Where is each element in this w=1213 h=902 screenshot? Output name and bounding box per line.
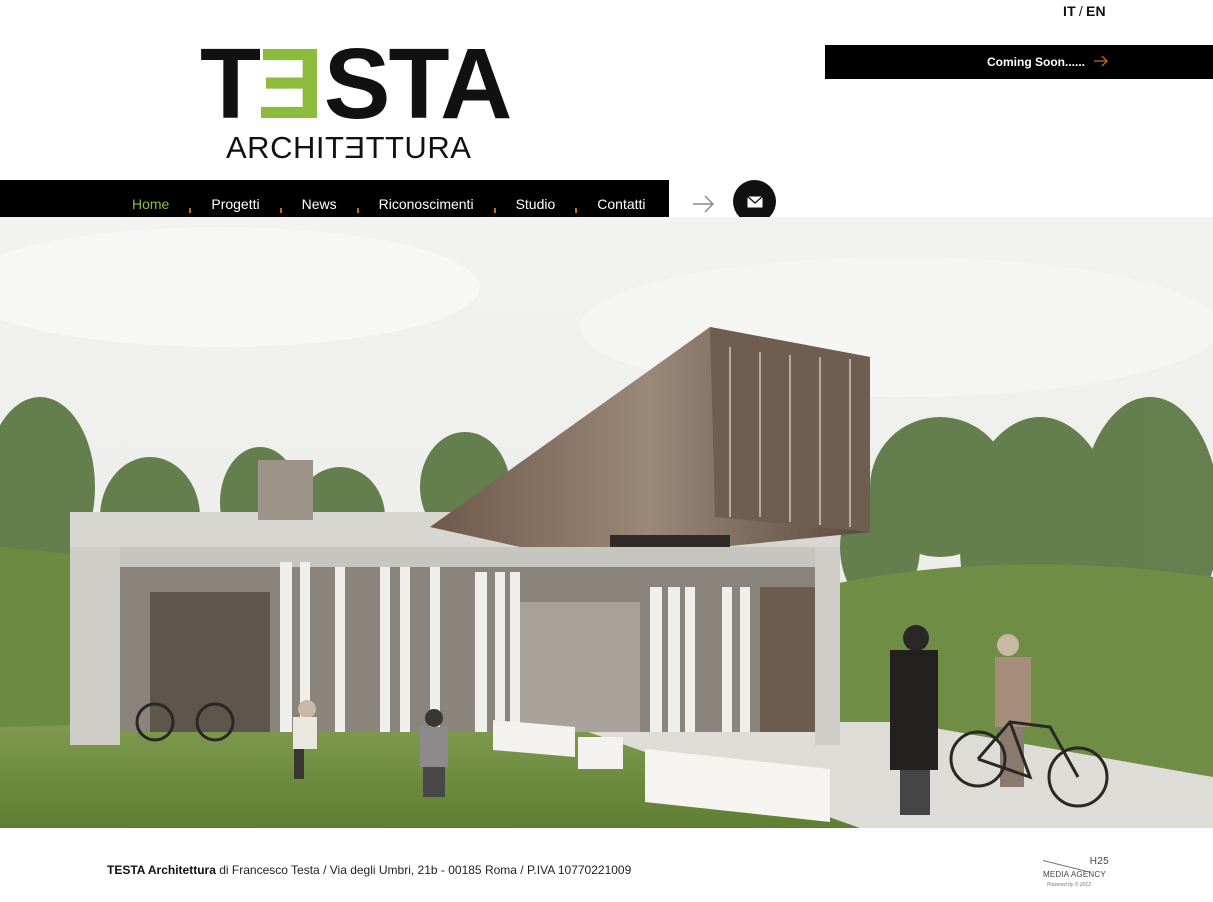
nav-separator — [356, 207, 359, 213]
footer-brand: TESTA Architettura — [107, 863, 216, 877]
language-switcher: IT / EN — [1063, 3, 1106, 19]
nav-item-riconoscimenti[interactable]: Riconoscimenti — [379, 196, 496, 213]
coming-soon-label: Coming Soon...... — [987, 55, 1085, 69]
arrow-right-icon — [1093, 55, 1109, 70]
hero-image — [0, 217, 1213, 828]
agency-logo[interactable]: H25 MEDIA AGENCY Powered by © 2012 — [1042, 856, 1109, 894]
nav-separator — [189, 207, 192, 213]
lang-en-link[interactable]: EN — [1086, 3, 1106, 19]
logo-subtitle: ARCHITƎTTURA — [226, 130, 472, 165]
nav-separator — [575, 207, 578, 213]
nav-item-studio[interactable]: Studio — [516, 196, 578, 213]
nav-item-progetti[interactable]: Progetti — [211, 196, 282, 213]
arrow-right-icon[interactable] — [692, 193, 716, 215]
agency-logo-powered: Powered by © 2012 — [1047, 882, 1091, 888]
nav-separator — [493, 207, 496, 213]
lang-separator: / — [1078, 3, 1083, 19]
nav-separator — [279, 207, 282, 213]
nav-item-news[interactable]: News — [302, 196, 359, 213]
agency-logo-name: MEDIA AGENCY — [1043, 870, 1106, 879]
nav-item-contatti[interactable]: Contatti — [597, 196, 645, 212]
footer-text: TESTA Architettura di Francesco Testa / … — [107, 863, 631, 877]
lang-it-link[interactable]: IT — [1063, 3, 1076, 19]
agency-logo-h25: H25 — [1089, 856, 1109, 867]
nav-item-home[interactable]: Home — [132, 196, 192, 213]
footer-address: di Francesco Testa / Via degli Umbri, 21… — [215, 863, 632, 877]
logo-wordmark: TESTA — [200, 28, 512, 140]
logo[interactable]: TESTA ARCHITƎTTURA — [200, 28, 540, 165]
coming-soon-bar[interactable]: Coming Soon...... — [825, 45, 1213, 79]
